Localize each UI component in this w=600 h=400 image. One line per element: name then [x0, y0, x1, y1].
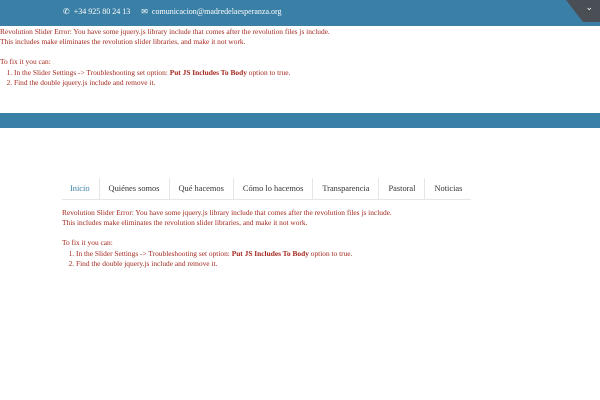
nav-item-que-hacemos[interactable]: Qué hacemos: [170, 178, 234, 199]
fix-step: Find the double jquery.js include and re…: [76, 259, 392, 269]
chevron-down-icon: ⌄: [585, 2, 593, 12]
fix-step: Find the double jquery.js include and re…: [14, 78, 330, 88]
nav-item-como-lo-hacemos[interactable]: Cómo lo hacemos: [234, 178, 314, 199]
nav-item-noticias[interactable]: Noticias: [425, 178, 471, 199]
main-navigation: Inicio Quiénes somos Qué hacemos Cómo lo…: [62, 178, 472, 200]
phone-number[interactable]: +34 925 80 24 13: [74, 7, 131, 16]
slider-error-message: Revolution Slider Error: You have some j…: [0, 27, 330, 88]
email-link[interactable]: comunicacion@madredelaesperanza.org: [152, 7, 282, 16]
fix-step: In the Slider Settings -> Troubleshootin…: [76, 249, 392, 259]
top-bar: ✆ +34 925 80 24 13 ✉ comunicacion@madred…: [0, 0, 600, 26]
fix-steps: In the Slider Settings -> Troubleshootin…: [62, 249, 392, 269]
error-line: This includes make eliminates the revolu…: [62, 218, 308, 228]
nav-item-transparencia[interactable]: Transparencia: [313, 178, 380, 199]
error-line: This includes make eliminates the revolu…: [0, 37, 246, 47]
nav-item-inicio[interactable]: Inicio: [62, 178, 100, 199]
error-line: Revolution Slider Error: You have some j…: [0, 27, 330, 36]
error-line: Revolution Slider Error: You have some j…: [62, 208, 392, 217]
nav-item-pastoral[interactable]: Pastoral: [379, 178, 426, 199]
fix-steps: In the Slider Settings -> Troubleshootin…: [0, 68, 330, 88]
fix-heading: To fix it you can:: [62, 238, 113, 248]
option-name: Put JS Includes To Body: [231, 248, 309, 258]
contact-info: ✆ +34 925 80 24 13 ✉ comunicacion@madred…: [63, 7, 282, 16]
fix-heading: To fix it you can:: [0, 57, 51, 67]
mail-icon: ✉: [141, 6, 148, 16]
option-name: Put JS Includes To Body: [169, 67, 247, 77]
nav-item-quienes-somos[interactable]: Quiénes somos: [100, 178, 170, 199]
slider-error-message: Revolution Slider Error: You have some j…: [62, 208, 392, 269]
header-band: [0, 113, 600, 128]
phone-icon: ✆: [63, 6, 70, 16]
fix-step: In the Slider Settings -> Troubleshootin…: [14, 68, 330, 78]
